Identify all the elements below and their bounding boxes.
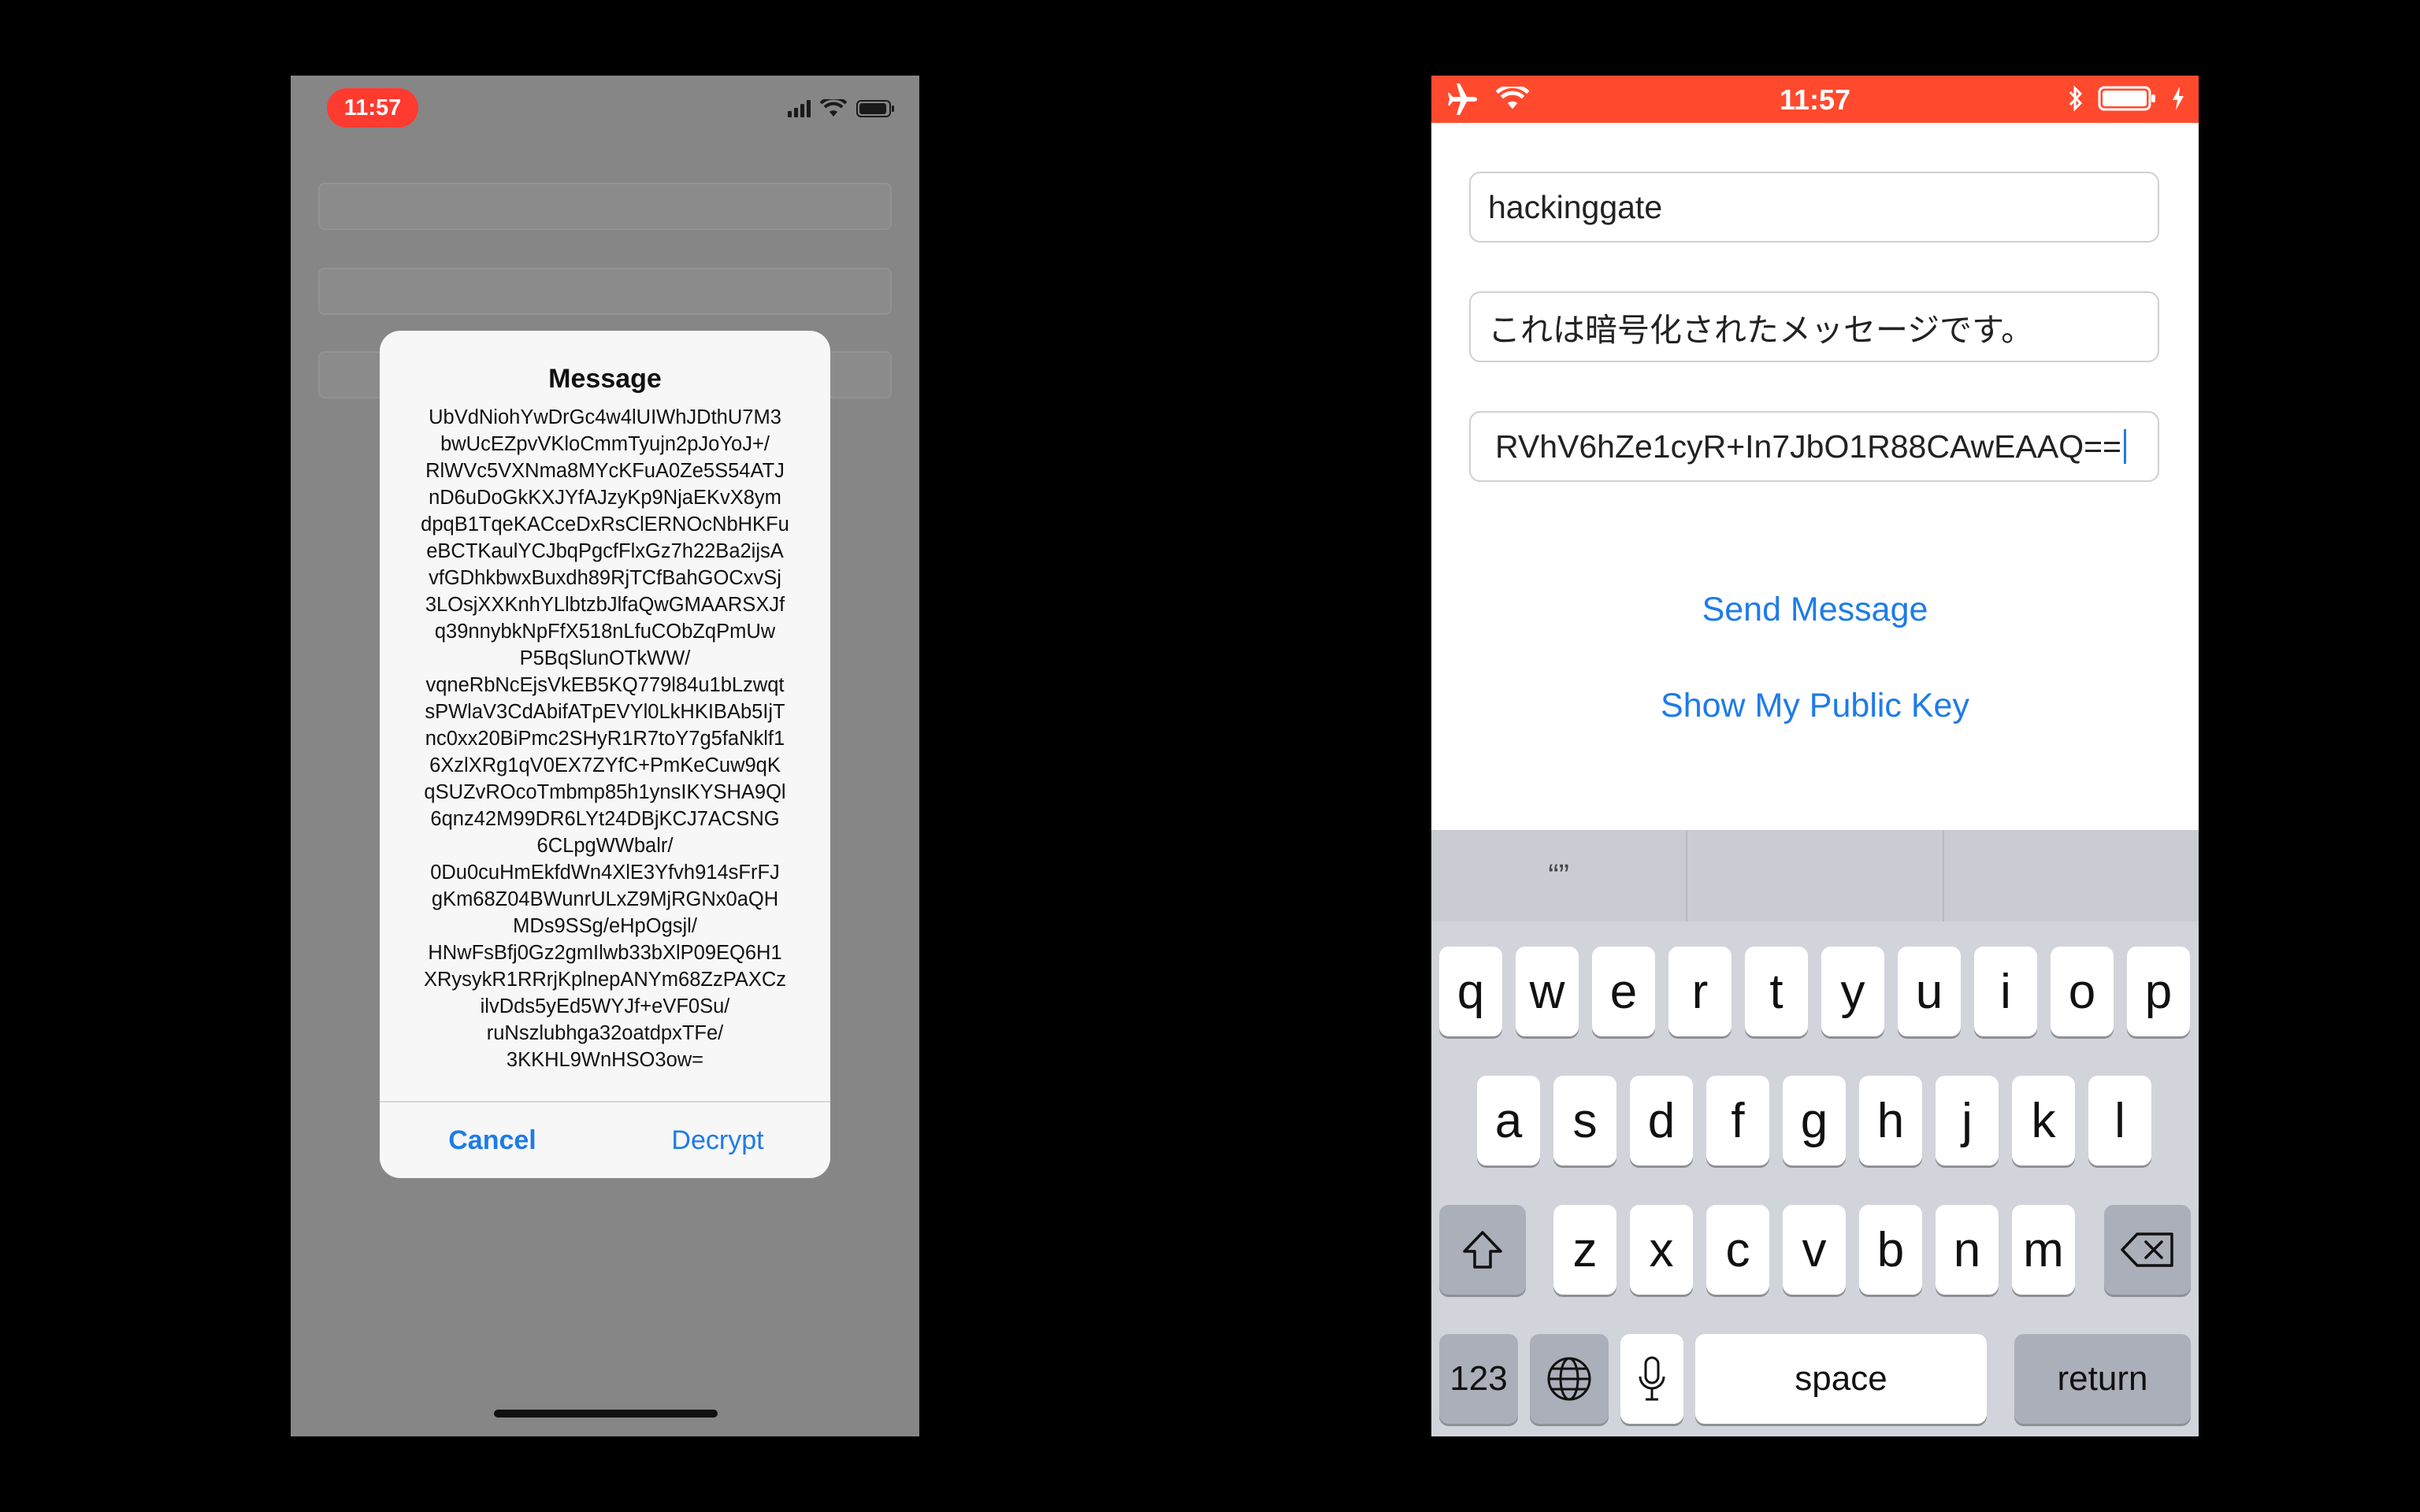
key-t[interactable]: t (1745, 947, 1808, 1036)
space-key[interactable]: space (1695, 1334, 1987, 1424)
key-d[interactable]: d (1630, 1076, 1693, 1166)
suggestion-bar: “” (1431, 830, 2199, 921)
key-v[interactable]: v (1783, 1205, 1846, 1295)
text-cursor (2124, 429, 2126, 464)
key-w[interactable]: w (1516, 947, 1579, 1036)
numbers-key[interactable]: 123 (1439, 1334, 1518, 1424)
key-c[interactable]: c (1706, 1205, 1769, 1295)
send-message-button[interactable]: Send Message (1431, 591, 2199, 629)
suggestion-item[interactable]: “” (1431, 830, 1688, 921)
suggestion-item[interactable] (1944, 830, 2199, 921)
encrypted-message-field[interactable]: RVhV6hZe1cyR+In7JbO1R88CAwEAAQ== (1469, 411, 2159, 482)
background-field (318, 268, 892, 315)
key-q[interactable]: q (1439, 947, 1502, 1036)
background-field (318, 183, 892, 230)
key-e[interactable]: e (1592, 947, 1655, 1036)
left-phone-screen: 11:57 Message UbVdNiohYwDrGc4w4lUIWhJDth… (291, 76, 919, 1436)
alert-actions: Cancel Decrypt (380, 1101, 830, 1178)
key-i[interactable]: i (1974, 947, 2037, 1036)
bluetooth-icon (2069, 85, 2083, 112)
decrypt-button[interactable]: Decrypt (605, 1102, 830, 1178)
key-n[interactable]: n (1936, 1205, 1999, 1295)
cellular-signal-icon (788, 100, 811, 117)
return-key[interactable]: return (2014, 1334, 2191, 1424)
globe-icon (1547, 1357, 1591, 1401)
key-h[interactable]: h (1859, 1076, 1922, 1166)
alert-message-body: UbVdNiohYwDrGc4w4lUIWhJDthU7M3 bwUcEZpvV… (421, 406, 789, 1071)
key-u[interactable]: u (1898, 947, 1961, 1036)
backspace-icon (2121, 1232, 2173, 1267)
key-j[interactable]: j (1936, 1076, 1999, 1166)
key-x[interactable]: x (1630, 1205, 1693, 1295)
shift-key[interactable] (1439, 1205, 1526, 1295)
message-field[interactable]: これは暗号化されたメッセージです。 (1469, 291, 2159, 362)
key-r[interactable]: r (1668, 947, 1731, 1036)
key-m[interactable]: m (2012, 1205, 2075, 1295)
globe-key[interactable] (1530, 1334, 1609, 1424)
keyboard: “” q w e r t y u i o p a s d f g h j k l… (1431, 830, 2199, 1436)
cancel-button[interactable]: Cancel (380, 1102, 605, 1178)
key-s[interactable]: s (1553, 1076, 1616, 1166)
message-alert: Message UbVdNiohYwDrGc4w4lUIWhJDthU7M3 b… (380, 331, 830, 1178)
alert-title: Message (548, 364, 662, 394)
microphone-key[interactable] (1620, 1334, 1683, 1424)
key-g[interactable]: g (1783, 1076, 1846, 1166)
show-public-key-button[interactable]: Show My Public Key (1431, 687, 2199, 725)
suggestion-item[interactable] (1687, 830, 1944, 921)
shift-icon (1463, 1231, 1502, 1269)
status-bar: 11:57 (1431, 76, 2199, 123)
key-y[interactable]: y (1821, 947, 1884, 1036)
microphone-icon (1639, 1356, 1665, 1401)
delete-key[interactable] (2104, 1205, 2191, 1295)
battery-icon (856, 100, 894, 117)
right-phone-screen: 11:57 hackinggate これは暗号化されたメッセージです。 RVhV… (1431, 76, 2199, 1436)
key-a[interactable]: a (1477, 1076, 1540, 1166)
charging-bolt-icon (2173, 87, 2184, 110)
key-b[interactable]: b (1859, 1205, 1922, 1295)
wifi-icon (820, 99, 847, 117)
key-o[interactable]: o (2051, 947, 2114, 1036)
key-p[interactable]: p (2127, 947, 2190, 1036)
key-z[interactable]: z (1553, 1205, 1616, 1295)
status-time[interactable]: 11:57 (327, 88, 418, 128)
key-f[interactable]: f (1706, 1076, 1769, 1166)
battery-icon (2098, 86, 2155, 111)
status-icons (788, 99, 896, 118)
username-field[interactable]: hackinggate (1469, 172, 2159, 243)
key-l[interactable]: l (2088, 1076, 2151, 1166)
home-indicator[interactable] (494, 1410, 718, 1418)
key-k[interactable]: k (2012, 1076, 2075, 1166)
encrypted-text: RVhV6hZe1cyR+In7JbO1R88CAwEAAQ== (1494, 428, 2121, 465)
